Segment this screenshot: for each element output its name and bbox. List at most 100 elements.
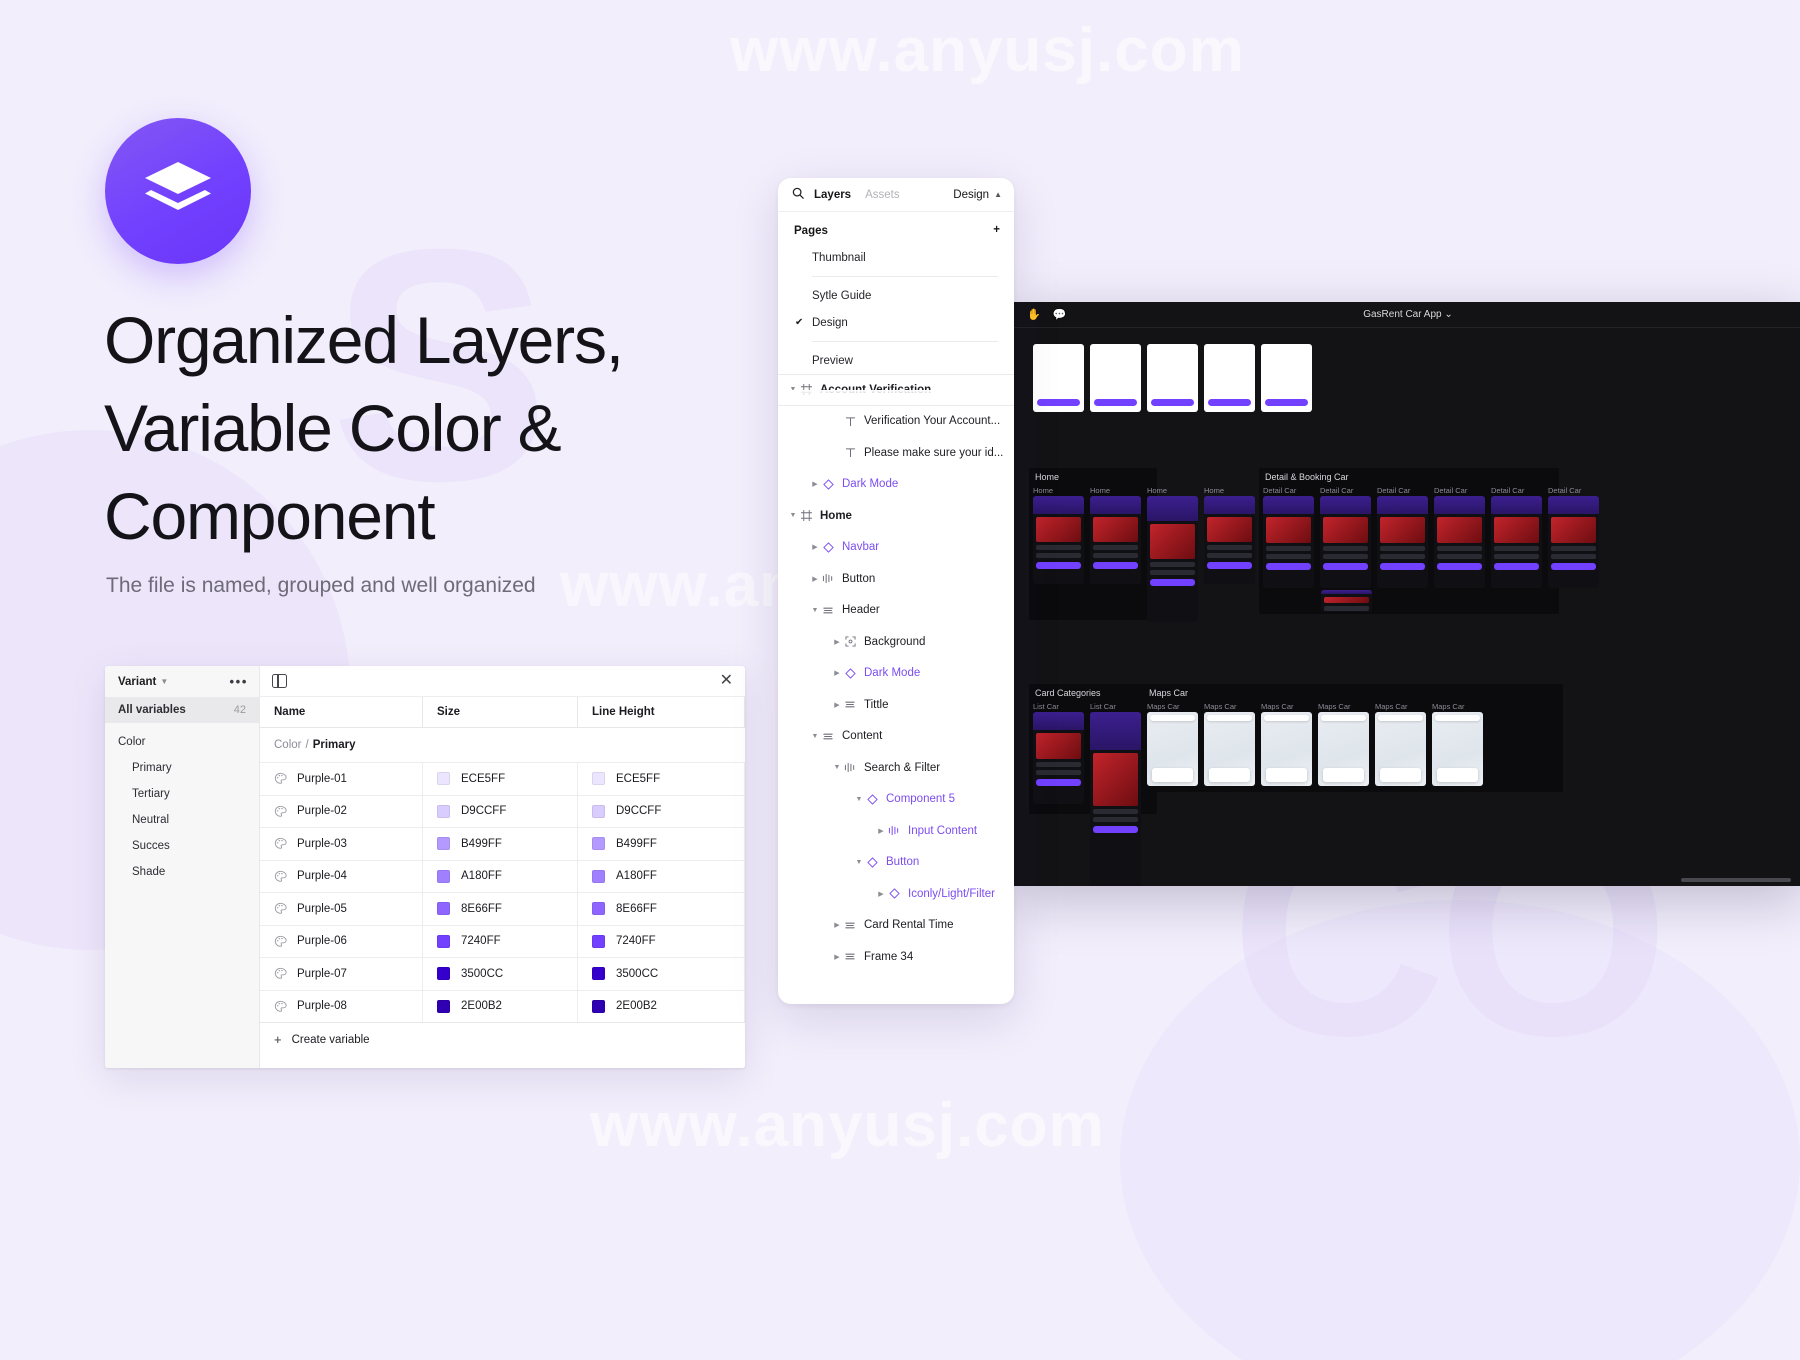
artboard-thumbnail[interactable] bbox=[1090, 712, 1141, 886]
more-horizontal-icon[interactable]: ••• bbox=[230, 674, 248, 689]
plus-icon[interactable]: + bbox=[993, 225, 1000, 237]
artboard-thumbnail[interactable] bbox=[1033, 344, 1084, 412]
artboard-thumbnail[interactable] bbox=[1320, 496, 1371, 588]
layer-item[interactable]: ▶ Dark Mode bbox=[778, 658, 1014, 690]
layer-item[interactable]: ▶ Iconly/Light/Filter bbox=[778, 878, 1014, 910]
layer-item[interactable]: ▶ Button bbox=[778, 563, 1014, 595]
section-label[interactable]: Home bbox=[1035, 472, 1059, 482]
artboard-thumbnail[interactable] bbox=[1033, 496, 1084, 584]
variables-sidebar-item[interactable]: Shade bbox=[105, 859, 259, 885]
artboard-thumbnail[interactable] bbox=[1147, 712, 1198, 786]
chevron-right-icon[interactable]: ▶ bbox=[810, 480, 820, 488]
layer-item[interactable]: Verification Your Account... bbox=[778, 406, 1014, 438]
table-row[interactable]: Purple-05 8E66FF 8E66FF bbox=[260, 892, 745, 925]
canvas-scrollbar[interactable] bbox=[1681, 878, 1791, 882]
section-label[interactable]: Detail & Booking Car bbox=[1265, 472, 1349, 482]
artboard-thumbnail[interactable] bbox=[1321, 590, 1372, 612]
tab-design[interactable]: Design ▲ bbox=[953, 189, 1002, 201]
layer-item[interactable]: ▶ Navbar bbox=[778, 532, 1014, 564]
chevron-right-icon[interactable]: ▶ bbox=[832, 638, 842, 646]
variables-sidebar-item[interactable]: Tertiary bbox=[105, 781, 259, 807]
create-variable-button[interactable]: + Create variable bbox=[260, 1022, 745, 1056]
chevron-right-icon[interactable]: ▶ bbox=[832, 669, 842, 677]
variable-size-value: 7240FF bbox=[461, 935, 501, 948]
layer-item[interactable]: ▶ Frame 34 bbox=[778, 941, 1014, 973]
layer-item[interactable]: ▶ Background bbox=[778, 626, 1014, 658]
artboard-thumbnail[interactable] bbox=[1434, 496, 1485, 588]
table-row[interactable]: Purple-06 7240FF 7240FF bbox=[260, 924, 745, 957]
chevron-right-icon[interactable]: ▶ bbox=[876, 827, 886, 835]
variables-sidebar-item[interactable]: All variables 42 bbox=[105, 697, 259, 723]
variable-line-height-value: 3500CC bbox=[616, 967, 659, 980]
chevron-down-icon[interactable]: ▼ bbox=[788, 512, 798, 519]
layer-item[interactable]: ▼ Search & Filter bbox=[778, 752, 1014, 784]
artboard-thumbnail[interactable] bbox=[1147, 496, 1198, 622]
tab-layers[interactable]: Layers bbox=[814, 189, 851, 201]
variables-sidebar-item[interactable]: Succes bbox=[105, 833, 259, 859]
page-item-sytle-guide[interactable]: Sytle Guide bbox=[778, 282, 1014, 309]
variable-line-height-cell: 7240FF bbox=[578, 925, 745, 957]
chevron-right-icon[interactable]: ▶ bbox=[832, 701, 842, 709]
close-icon[interactable]: ✕ bbox=[720, 673, 733, 689]
artboard-thumbnail[interactable] bbox=[1377, 496, 1428, 588]
artboard-thumbnail[interactable] bbox=[1548, 496, 1599, 588]
artboard-thumbnail[interactable] bbox=[1261, 344, 1312, 412]
chevron-right-icon[interactable]: ▶ bbox=[810, 543, 820, 551]
table-row[interactable]: Purple-03 B499FF B499FF bbox=[260, 827, 745, 860]
tab-assets[interactable]: Assets bbox=[865, 189, 900, 201]
chevron-right-icon[interactable]: ▶ bbox=[876, 890, 886, 898]
variables-mode-selector[interactable]: Variant ▼ ••• bbox=[105, 666, 259, 697]
layer-item[interactable]: ▼ Content bbox=[778, 721, 1014, 753]
artboard-thumbnail[interactable] bbox=[1090, 344, 1141, 412]
artboard-thumbnail[interactable] bbox=[1204, 712, 1255, 786]
chevron-down-icon[interactable]: ▼ bbox=[810, 733, 820, 740]
variables-sidebar-item[interactable]: Primary bbox=[105, 755, 259, 781]
section-label[interactable]: Card Categories bbox=[1035, 688, 1101, 698]
chevron-down-icon[interactable]: ▼ bbox=[854, 859, 864, 866]
layer-item[interactable]: Please make sure your id... bbox=[778, 437, 1014, 469]
table-row[interactable]: Purple-02 D9CCFF D9CCFF bbox=[260, 794, 745, 827]
artboard-thumbnail[interactable] bbox=[1147, 344, 1198, 412]
table-row[interactable]: Purple-08 2E00B2 2E00B2 bbox=[260, 989, 745, 1022]
artboard-thumbnail[interactable] bbox=[1263, 496, 1314, 588]
chevron-right-icon[interactable]: ▶ bbox=[832, 921, 842, 929]
figma-canvas[interactable]: ✋ 💬 GasRent Car App ⌄ Home Home Home Home Ho… bbox=[1013, 302, 1800, 886]
section-label[interactable]: Maps Car bbox=[1149, 688, 1188, 698]
layer-item[interactable]: ▶ Tittle bbox=[778, 689, 1014, 721]
layer-item[interactable]: ▼ Component 5 bbox=[778, 784, 1014, 816]
page-item-design[interactable]: ✔ Design bbox=[778, 309, 1014, 336]
chevron-down-icon[interactable]: ▼ bbox=[810, 607, 820, 614]
artboard-thumbnail[interactable] bbox=[1204, 344, 1255, 412]
chevron-right-icon[interactable]: ▶ bbox=[832, 953, 842, 961]
layer-item[interactable]: ▶ Input Content bbox=[778, 815, 1014, 847]
table-row[interactable]: Purple-01 ECE5FF ECE5FF bbox=[260, 762, 745, 795]
table-row[interactable]: Purple-07 3500CC 3500CC bbox=[260, 957, 745, 990]
table-row[interactable]: Purple-04 A180FF A180FF bbox=[260, 859, 745, 892]
artboard-thumbnail[interactable] bbox=[1033, 712, 1084, 804]
page-item-preview[interactable]: Preview bbox=[778, 347, 1014, 374]
layer-item[interactable]: ▼ Button bbox=[778, 847, 1014, 879]
chevron-right-icon[interactable]: ▶ bbox=[810, 575, 820, 583]
artboard-thumbnail[interactable] bbox=[1432, 712, 1483, 786]
artboard-thumbnail[interactable] bbox=[1261, 712, 1312, 786]
chevron-down-icon[interactable]: ▼ bbox=[832, 764, 842, 771]
search-icon[interactable] bbox=[792, 186, 804, 204]
artboard-thumbnail[interactable] bbox=[1204, 496, 1255, 584]
side-panel-icon[interactable] bbox=[272, 673, 287, 689]
variables-sidebar-item[interactable]: Neutral bbox=[105, 807, 259, 833]
page-item-thumbnail[interactable]: Thumbnail bbox=[778, 244, 1014, 271]
chevron-down-icon[interactable]: ⌄ bbox=[1444, 309, 1452, 320]
variables-sidebar-item[interactable]: Color bbox=[105, 729, 259, 755]
frame-label: Detail Car bbox=[1320, 486, 1354, 495]
artboard-thumbnail[interactable] bbox=[1318, 712, 1369, 786]
layer-item[interactable]: ▼ Header bbox=[778, 595, 1014, 627]
layer-item[interactable]: ▶ Card Rental Time bbox=[778, 910, 1014, 942]
color-palette-icon bbox=[274, 1000, 287, 1013]
layer-item[interactable]: ▶ Dark Mode bbox=[778, 469, 1014, 501]
chevron-down-icon[interactable]: ▼ bbox=[854, 796, 864, 803]
layer-item[interactable]: ▼ Home bbox=[778, 500, 1014, 532]
artboard-thumbnail[interactable] bbox=[1375, 712, 1426, 786]
artboard-thumbnail[interactable] bbox=[1491, 496, 1542, 588]
layer-item-label: Input Content bbox=[908, 824, 978, 837]
artboard-thumbnail[interactable] bbox=[1090, 496, 1141, 584]
